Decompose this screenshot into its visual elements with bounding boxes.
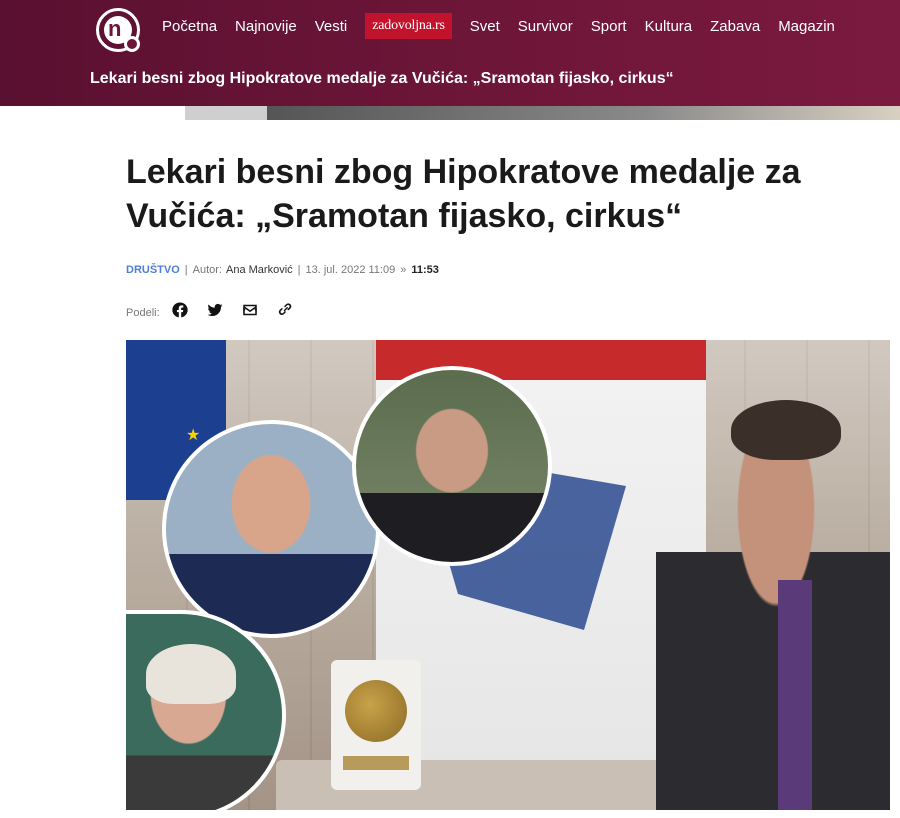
article-meta: DRUŠTVO | Autor: Ana Marković | 13. jul.…	[126, 264, 439, 276]
name-plate	[343, 756, 409, 770]
purple-tie	[778, 580, 812, 810]
nav-item-sport[interactable]: Sport	[591, 18, 627, 35]
nav-item-svet[interactable]: Svet	[470, 18, 500, 35]
sticky-headline[interactable]: Lekari besni zbog Hipokratove medalje za…	[90, 70, 674, 88]
article-hero-image[interactable]: ★	[126, 340, 890, 810]
article-title: Lekari besni zbog Hipokratove medalje za…	[126, 153, 801, 235]
portrait-doctor-smiling	[162, 420, 380, 638]
nav-item-najnovije[interactable]: Najnovije	[235, 18, 297, 35]
president-figure	[656, 380, 890, 810]
twitter-icon[interactable]	[205, 300, 225, 320]
meta-divider: |	[184, 264, 188, 276]
nav-item-survivor[interactable]: Survivor	[518, 18, 573, 35]
portrait-doctor-beard	[352, 366, 552, 566]
author-name[interactable]: Ana Marković	[226, 264, 293, 276]
updated-time: 11:53	[411, 264, 439, 276]
banner-strip	[185, 106, 267, 120]
share-bar: Podeli:	[126, 300, 310, 320]
link-icon[interactable]	[275, 300, 295, 320]
site-logo[interactable]: n	[96, 8, 140, 52]
nav-item-magazin[interactable]: Magazin	[778, 18, 835, 35]
nav-item-zadovoljna[interactable]: zadovoljna.rs	[365, 13, 452, 39]
nav-item-zabava[interactable]: Zabava	[710, 18, 760, 35]
banner-strip-image	[267, 106, 900, 120]
nav-item-vesti[interactable]: Vesti	[315, 18, 348, 35]
logo-ring-icon	[124, 36, 140, 52]
nav-item-pocetna[interactable]: Početna	[162, 18, 217, 35]
medal-plaque	[331, 660, 421, 790]
share-label: Podeli:	[126, 307, 160, 319]
facebook-icon[interactable]	[170, 300, 190, 320]
category-link[interactable]: DRUŠTVO	[126, 264, 180, 276]
logo-letter: n	[108, 16, 122, 41]
email-icon[interactable]	[240, 300, 260, 320]
main-menu: Početna Najnovije Vesti zadovoljna.rs Sv…	[162, 13, 853, 39]
update-arrow: »	[400, 264, 407, 276]
star-icon: ★	[186, 427, 201, 444]
top-navigation-bar: n Početna Najnovije Vesti zadovoljna.rs …	[0, 0, 900, 106]
author-label: Autor:	[192, 264, 222, 276]
publish-date: 13. jul. 2022 11:09	[305, 264, 396, 276]
meta-divider: |	[297, 264, 301, 276]
hippocrates-medal	[345, 680, 407, 742]
nav-item-kultura[interactable]: Kultura	[645, 18, 693, 35]
